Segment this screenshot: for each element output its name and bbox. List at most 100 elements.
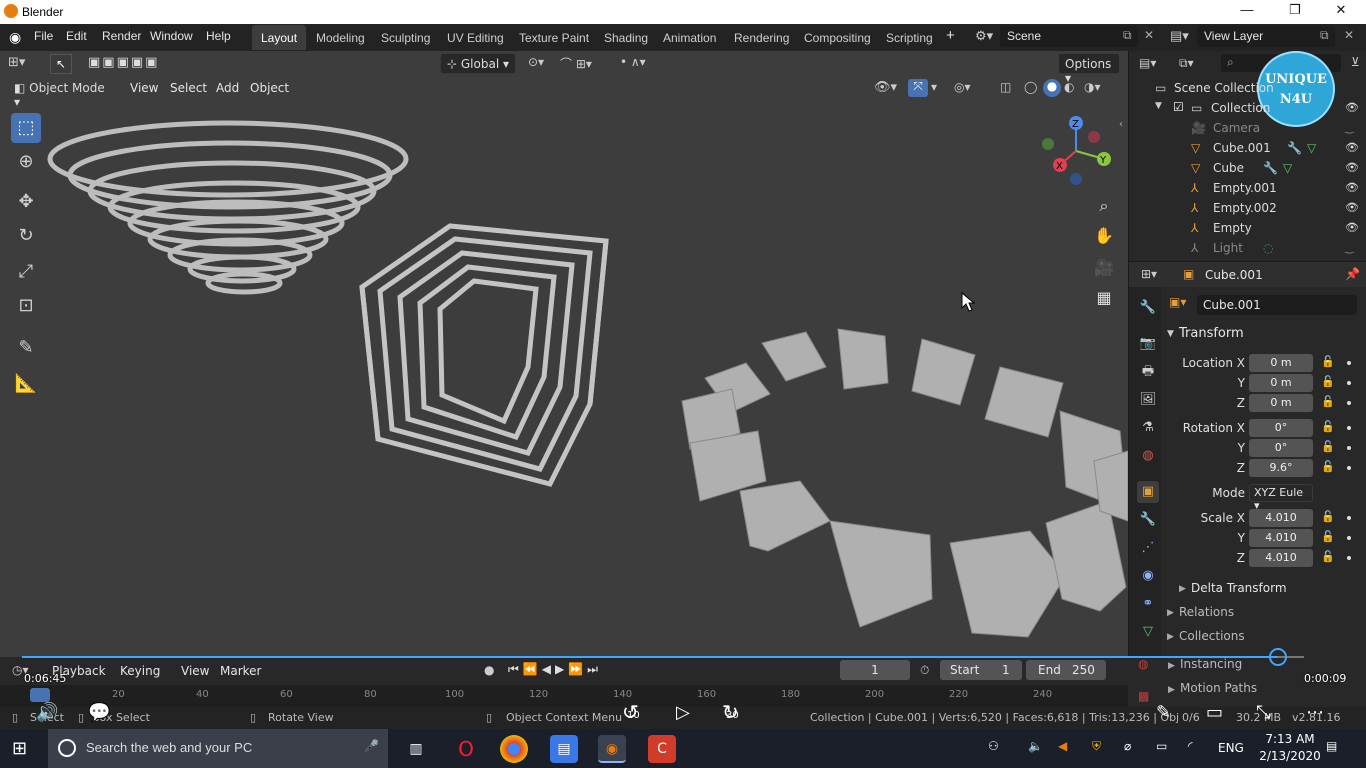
data-tab-icon[interactable]: ▽	[1137, 621, 1159, 643]
relations-section[interactable]: Relations	[1179, 605, 1234, 619]
outliner-item-empty[interactable]: ⅄ Empty 👁	[1129, 218, 1366, 238]
outliner-item-light[interactable]: ⅄ Light ◌ ‿	[1129, 238, 1366, 258]
current-frame-field[interactable]: 1	[840, 660, 910, 680]
marker-menu[interactable]: Marker	[220, 664, 261, 678]
sidebar-toggle-icon[interactable]: ‹	[1119, 119, 1123, 130]
start-frame-field[interactable]: Start 1	[940, 660, 1022, 680]
keyframe-dot-icon[interactable]	[1347, 381, 1351, 385]
expand-chevron-right-icon[interactable]: ▶	[1179, 584, 1186, 594]
tab-compositing[interactable]: Compositing	[795, 25, 880, 50]
empty001-visibility-eye-icon[interactable]: 👁	[1345, 181, 1359, 194]
tab-shading[interactable]: Shading	[595, 25, 657, 50]
end-frame-field[interactable]: End 250	[1026, 660, 1106, 680]
lock-icon[interactable]: 🔓	[1321, 460, 1335, 473]
camera-visibility-icon[interactable]: ‿	[1345, 121, 1354, 134]
screen-recorder-icon[interactable]: C	[648, 735, 676, 763]
empty002-visibility-eye-icon[interactable]: 👁	[1345, 201, 1359, 214]
action-center-icon[interactable]: ▤	[1326, 739, 1337, 753]
taskbar-clock-date[interactable]: 2/13/2020	[1256, 749, 1324, 763]
outliner-item-cube[interactable]: ▽ Cube 🔧 ▽ 👁	[1129, 158, 1366, 178]
windows-start-icon[interactable]: ⊞	[12, 738, 27, 759]
perspective-grid-icon[interactable]: ▦	[1092, 286, 1116, 310]
opera-icon[interactable]: O	[452, 735, 480, 763]
lock-icon[interactable]: 🔓	[1321, 355, 1335, 368]
tab-uv-editing[interactable]: UV Editing	[438, 25, 513, 50]
keyframe-dot-icon[interactable]	[1347, 556, 1351, 560]
filter-icon[interactable]: ⊻	[1351, 55, 1360, 69]
outliner-editor-icon[interactable]: ▤▾	[1139, 56, 1156, 70]
transform-panel-title[interactable]: Transform	[1179, 326, 1244, 341]
stopwatch-icon[interactable]: ⏱	[920, 663, 929, 678]
menu-edit[interactable]: Edit	[66, 29, 87, 43]
rotation-z-field[interactable]: 9.6°	[1249, 459, 1313, 477]
playhead-frame-marker[interactable]	[30, 688, 50, 702]
render-tab-icon[interactable]: 📷	[1137, 333, 1159, 355]
cube-ring-object[interactable]	[681, 328, 1128, 638]
lock-icon[interactable]: 🔓	[1321, 375, 1335, 388]
lock-icon[interactable]: 🔓	[1321, 550, 1335, 563]
location-x-field[interactable]: 0 m	[1249, 354, 1313, 372]
keyframe-dot-icon[interactable]	[1347, 516, 1351, 520]
3d-viewport[interactable]: ⊞▾ ↖ ▣▣▣▣▣ ⊹ Global ▾ ⊙▾ ⌒ ⊞▾ • ∧▾ Optio…	[0, 51, 1128, 657]
zoom-icon[interactable]: ⌕	[1092, 194, 1116, 218]
outliner-item-empty001[interactable]: ⅄ Empty.001 👁	[1129, 178, 1366, 198]
scene-tab-icon[interactable]: ⚗	[1137, 417, 1159, 439]
remove-view-layer-icon[interactable]: ✕	[1344, 28, 1354, 42]
navigation-gizmo[interactable]: Z Y X	[1040, 113, 1120, 189]
empty-visibility-eye-icon[interactable]: 👁	[1345, 221, 1359, 234]
lock-icon[interactable]: 🔓	[1321, 530, 1335, 543]
lock-icon[interactable]: 🔓	[1321, 440, 1335, 453]
lock-icon[interactable]: 🔓	[1321, 510, 1335, 523]
lock-icon[interactable]: 🔓	[1321, 420, 1335, 433]
expand-chevron-right-icon[interactable]: ▶	[1168, 685, 1175, 695]
expand-chevron-right-icon[interactable]: ▶	[1167, 632, 1174, 642]
minimize-button[interactable]: —	[1224, 2, 1270, 22]
keyframe-dot-icon[interactable]	[1347, 361, 1351, 365]
chrome-icon[interactable]	[500, 735, 528, 763]
scale-y-field[interactable]: 4.010	[1249, 529, 1313, 547]
rotation-mode-dropdown[interactable]: XYZ Eule ▾	[1249, 484, 1313, 512]
tab-animation[interactable]: Animation	[654, 25, 725, 50]
nested-frames-cube-object[interactable]	[359, 223, 609, 487]
add-workspace-button[interactable]: +	[946, 27, 955, 44]
new-scene-icon[interactable]: ⧉	[1123, 28, 1132, 43]
outliner-item-cube001[interactable]: ▽ Cube.001 🔧 ▽ 👁	[1129, 138, 1366, 158]
shield-icon[interactable]: ⛨	[1092, 739, 1101, 754]
motion-paths-section[interactable]: Motion Paths	[1180, 681, 1257, 695]
menu-window[interactable]: Window	[150, 29, 193, 43]
playback-controls-icons[interactable]: ⏮⏪◀▶⏩⏭	[508, 662, 602, 677]
checkbox-icon[interactable]: ☑	[1173, 100, 1184, 114]
keying-menu[interactable]: Keying	[120, 664, 160, 678]
remove-scene-icon[interactable]: ✕	[1144, 28, 1154, 42]
particles-tab-icon[interactable]: ⋰	[1137, 537, 1159, 559]
rotation-x-field[interactable]: 0°	[1249, 419, 1313, 437]
scene-icon[interactable]: ⚙▾	[975, 28, 993, 44]
close-button[interactable]: ✕	[1318, 2, 1364, 22]
blender-menu-icon[interactable]: ◉	[9, 29, 21, 46]
object-datablock-icon[interactable]: ▣▾	[1169, 295, 1186, 309]
menu-file[interactable]: File	[34, 29, 53, 43]
modifier-tab-icon[interactable]: 🔧	[1137, 509, 1159, 531]
tray-app-icon[interactable]: ◀	[1058, 739, 1067, 753]
blender-taskbar-icon[interactable]: ◉	[598, 735, 626, 763]
outliner-scene-collection[interactable]: ▭ Scene Collection	[1129, 78, 1366, 98]
cube001-visibility-eye-icon[interactable]: 👁	[1345, 141, 1359, 154]
speaker-icon[interactable]: 🔈	[1028, 739, 1043, 753]
keyframe-dot-icon[interactable]	[1347, 446, 1351, 450]
keyframe-dot-icon[interactable]	[1347, 536, 1351, 540]
tool-tab-icon[interactable]: 🔧	[1137, 297, 1159, 319]
display-mode-icon[interactable]: ⧉▾	[1179, 56, 1194, 71]
physics-tab-icon[interactable]: ◉	[1137, 565, 1159, 587]
output-tab-icon[interactable]: 🖶	[1137, 361, 1159, 383]
location-y-field[interactable]: 0 m	[1249, 374, 1313, 392]
app-icon[interactable]: ▤	[550, 735, 578, 763]
cube-visibility-eye-icon[interactable]: 👁	[1345, 161, 1359, 174]
constraints-tab-icon[interactable]: ⚭	[1137, 593, 1159, 615]
tab-modeling[interactable]: Modeling	[307, 25, 374, 50]
playback-menu[interactable]: Playback	[52, 664, 106, 678]
tab-layout[interactable]: Layout	[252, 25, 307, 50]
taskbar-clock-time[interactable]: 7:13 AM	[1260, 732, 1320, 746]
instancing-section[interactable]: Instancing	[1180, 657, 1242, 671]
object-name-field[interactable]: Cube.001	[1197, 295, 1357, 315]
menu-help[interactable]: Help	[206, 29, 231, 43]
